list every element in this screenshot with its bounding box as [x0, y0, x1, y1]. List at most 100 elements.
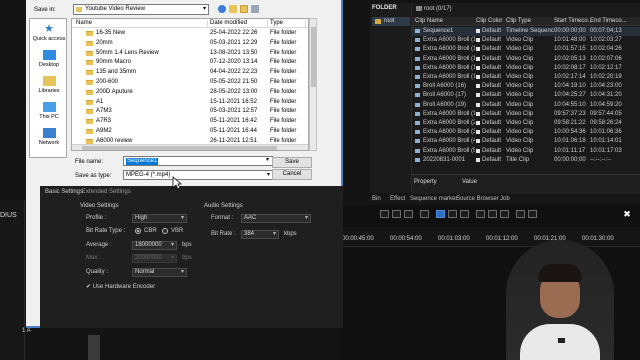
tab-job[interactable]: Job — [500, 196, 510, 202]
col-date-modified[interactable]: Date modified — [210, 20, 268, 28]
save-in-combo[interactable]: Youtube Video Review ▾ — [73, 4, 209, 15]
vbr-radio[interactable] — [162, 228, 168, 234]
tl-tool-button-active[interactable] — [436, 210, 445, 218]
clip-color: Default — [482, 64, 502, 71]
up-folder-icon[interactable] — [229, 5, 237, 13]
cbr-radio[interactable] — [135, 228, 141, 234]
bin-row[interactable]: Extra A6000 Broll (10) Default Video Clip 1… — [412, 36, 640, 45]
file-row[interactable]: A1 15-11-2021 16:52 File folder — [72, 98, 304, 108]
clip-start: 10:01:06:18 — [554, 138, 586, 145]
tl-tool-button[interactable] — [476, 210, 485, 218]
back-icon[interactable] — [218, 5, 226, 13]
tab-source-browser[interactable]: Source Browser — [456, 196, 499, 202]
file-name-input[interactable]: Sequence1 ▾ — [123, 156, 273, 166]
file-date: 05-05-2022 21:50 — [210, 79, 258, 85]
format-select[interactable]: AAC ▾ — [241, 214, 311, 223]
file-row[interactable]: A7M3 05-03-2021 12:57 File folder — [72, 107, 304, 117]
tab-sequence-marker[interactable]: Sequence marker — [410, 196, 457, 202]
tab-basic-settings[interactable]: Basic Settings — [45, 189, 83, 195]
file-row[interactable]: 16-35 New 25-04-2022 22:26 File folder — [72, 29, 304, 39]
cancel-button[interactable]: Cancel — [272, 169, 312, 180]
clip-start: 10:04:55:10 — [554, 101, 586, 108]
new-folder-icon[interactable] — [240, 5, 248, 13]
tl-tool-button[interactable] — [448, 210, 457, 218]
audio-bitrate-unit: kbps — [284, 231, 297, 237]
tl-tool-button[interactable] — [420, 210, 429, 218]
file-row[interactable]: A9M2 05-11-2021 16:44 File folder — [72, 127, 304, 137]
color-swatch — [476, 47, 480, 52]
file-name: 16-35 New — [96, 30, 126, 36]
average-input[interactable]: 18000000 ▾ — [132, 241, 177, 250]
file-row[interactable]: 50mm 1.4 Lens Review 13-08-2021 13:50 File… — [72, 49, 304, 59]
tl-tool-button[interactable] — [488, 210, 497, 218]
bin-col-clip-type[interactable]: Clip Type — [506, 18, 531, 24]
average-value: 18000000 — [135, 242, 162, 248]
bin-row[interactable]: Sequence1 Default Timeline Sequence 00:00:0… — [412, 27, 640, 36]
tab-extended-settings[interactable]: Extended Settings — [82, 189, 131, 195]
place-libraries[interactable]: Libraries — [30, 76, 68, 94]
scrollbar-thumb[interactable] — [311, 27, 316, 87]
bin-col-end[interactable]: End Timeco... — [590, 18, 627, 24]
file-list: Name Date modified Type 16-35 New 25-04-2… — [71, 18, 309, 151]
tl-tool-button[interactable] — [528, 210, 537, 218]
audio-bitrate-select[interactable]: 384 ▾ — [241, 230, 279, 239]
bin-row[interactable]: Extra A6000 Broll (1) Default Video Clip 09… — [412, 110, 640, 119]
audio-bitrate-label: Bit Rate : — [211, 231, 236, 237]
horizontal-scrollbar[interactable] — [72, 144, 308, 150]
col-name[interactable]: Name — [76, 20, 208, 28]
bin-row[interactable]: Extra A6000 Broll (4) Default Video Clip 10… — [412, 137, 640, 146]
place-quick-access[interactable]: ★ Quick access — [30, 24, 68, 43]
scrollbar-thumb[interactable] — [82, 146, 277, 150]
bin-row[interactable]: Extra A6000 Broll (5) Default Video Clip 10… — [412, 147, 640, 156]
vertical-scrollbar[interactable] — [309, 18, 317, 151]
max-input[interactable]: 20000000 ▾ — [132, 254, 177, 263]
tab-bin[interactable]: Bin — [372, 196, 381, 202]
hardware-encoder-checkbox[interactable]: ✔ Use Hardware Encoder — [86, 283, 155, 290]
clip-name: Extra A6000 Broll (3) — [423, 129, 475, 136]
bin-row[interactable]: Broll A6000 (16) Default Video Clip 10:04:1… — [412, 82, 640, 91]
file-row[interactable]: 135 and 35mm 04-04-2022 22:23 File folder — [72, 68, 304, 78]
place-network[interactable]: Network — [30, 128, 68, 146]
bin-row[interactable]: 20220831-0001 Default Title Clip 00:00:00;0… — [412, 156, 640, 165]
col-type[interactable]: Type — [270, 20, 306, 28]
bin-row[interactable]: Broll A6000 (19) Default Video Clip 10:04:5… — [412, 101, 640, 110]
tl-tool-button[interactable] — [392, 210, 401, 218]
bin-row[interactable]: Extra A6000 Broll (12) Default Video Clip 1… — [412, 55, 640, 64]
folder-root-item[interactable]: root — [372, 17, 410, 26]
place-this-pc[interactable]: This PC — [30, 102, 68, 120]
folder-tab[interactable]: FOLDER — [372, 5, 397, 11]
view-menu-icon[interactable] — [251, 5, 259, 13]
file-row[interactable]: A7R3 05-11-2021 16:42 File folder — [72, 117, 304, 127]
bin-row[interactable]: Extra A6000 Broll (3) Default Video Clip 10… — [412, 128, 640, 137]
tl-tool-button[interactable] — [500, 210, 509, 218]
clip-start: 10:01:48:00 — [554, 37, 586, 44]
quality-select[interactable]: Normal ▾ — [132, 268, 187, 277]
file-row[interactable]: 90mm Macro 07-12-2020 13:14 File folder — [72, 58, 304, 68]
bin-row[interactable]: Broll A6000 (17) Default Video Clip 10:04:2… — [412, 91, 640, 100]
bin-row[interactable]: Extra A6000 Broll (2) Default Video Clip 09… — [412, 119, 640, 128]
bin-row[interactable]: Extra A6000 Broll (11) Default Video Clip 1… — [412, 45, 640, 54]
place-label: This PC — [39, 114, 59, 120]
close-icon[interactable]: ✖ — [622, 209, 632, 219]
clip-color: Default — [482, 28, 502, 34]
tl-tool-button[interactable] — [460, 210, 469, 218]
average-unit: bps — [182, 242, 192, 248]
bin-col-clip-name[interactable]: Clip Name — [415, 18, 443, 24]
save-as-type-combo[interactable]: MPEG-4 (*.mp4) ▾ — [123, 170, 273, 180]
bin-col-start[interactable]: Start Timeco... — [554, 18, 593, 24]
bin-row[interactable]: Extra A6000 Broll (13) Default Video Clip 1… — [412, 64, 640, 73]
file-row[interactable]: 200-600 05-05-2022 21:50 File folder — [72, 78, 304, 88]
tab-effect[interactable]: Effect — [390, 196, 405, 202]
profile-select[interactable]: High ▾ — [132, 214, 187, 223]
tl-tool-button[interactable] — [404, 210, 413, 218]
clip-icon — [415, 148, 420, 153]
bin-row[interactable]: Extra A6000 Broll (14) Default Video Clip 1… — [412, 73, 640, 82]
place-desktop[interactable]: Desktop — [30, 50, 68, 68]
tl-tool-button[interactable] — [380, 210, 389, 218]
timeline-clip[interactable] — [88, 335, 100, 360]
file-row[interactable]: 200D Aputure 28-05-2022 13:00 File folder — [72, 88, 304, 98]
save-button[interactable]: Save — [272, 157, 312, 168]
tl-tool-button[interactable] — [516, 210, 525, 218]
bin-col-clip-color[interactable]: Clip Color — [476, 18, 502, 24]
file-row[interactable]: 20mm 05-03-2021 12:29 File folder — [72, 39, 304, 49]
